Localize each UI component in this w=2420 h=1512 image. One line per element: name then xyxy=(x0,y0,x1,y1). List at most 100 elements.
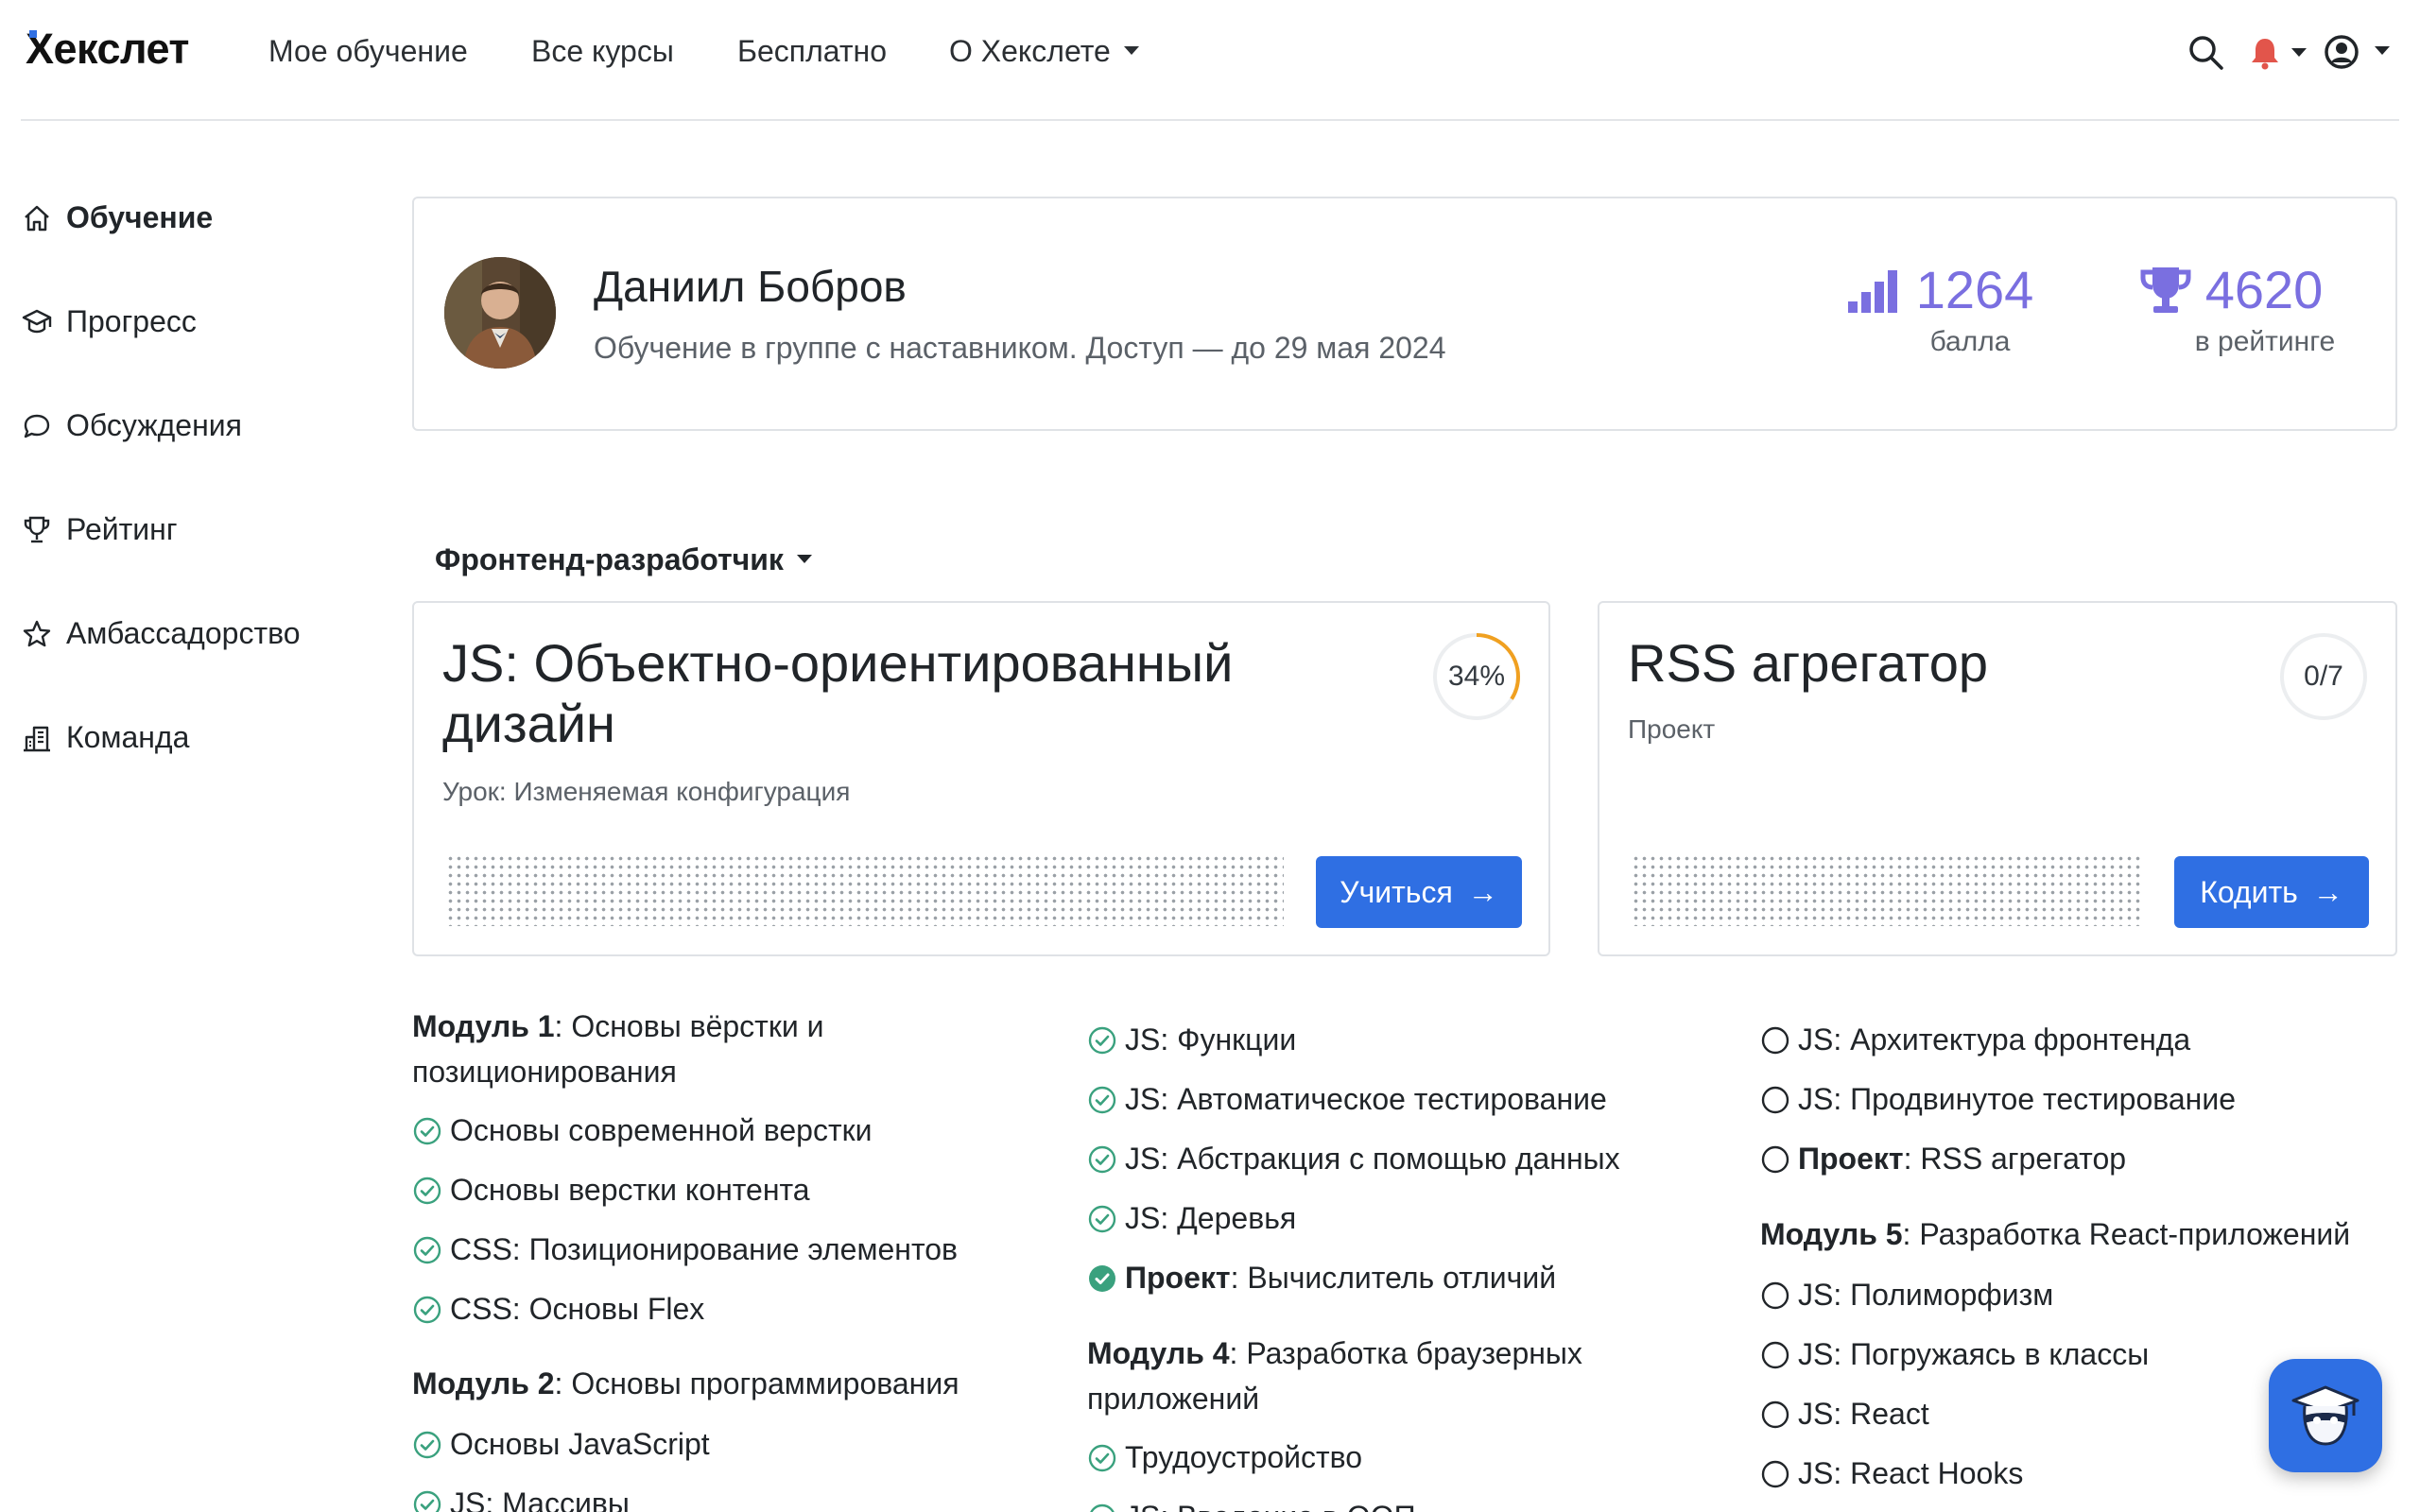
module-heading: Модуль 1: Основы вёрстки и позиционирова… xyxy=(412,1004,998,1094)
nav-free[interactable]: Бесплатно xyxy=(737,34,887,69)
nav-my-learning[interactable]: Мое обучение xyxy=(268,34,468,69)
sidebar-item-ambassador[interactable]: Амбассадорство xyxy=(21,616,301,651)
project-progress: 0/7 xyxy=(2304,661,2343,692)
course-item-label: : Вычислитель отличий xyxy=(1230,1261,1557,1295)
module-title: : Основы программирования xyxy=(554,1366,959,1400)
search-icon[interactable] xyxy=(2187,34,2225,77)
rating-value: 4620 xyxy=(2204,260,2324,319)
profile-subscription: Обучение в группе с наставником. Доступ … xyxy=(594,331,1446,365)
sidebar-item-team[interactable]: Команда xyxy=(21,720,189,755)
module-heading: Модуль 5: Разработка React-приложений xyxy=(1760,1211,2350,1257)
empty-circle-icon xyxy=(1760,1025,1790,1056)
nav-all-courses[interactable]: Все курсы xyxy=(531,34,674,69)
sidebar-item-label: Рейтинг xyxy=(66,512,178,546)
code-button-label: Кодить xyxy=(2200,874,2298,909)
code-button[interactable]: Кодить → xyxy=(2174,856,2369,928)
empty-circle-icon xyxy=(1760,1280,1790,1311)
learn-button[interactable]: Учиться → xyxy=(1316,856,1522,928)
points-value: 1264 xyxy=(1915,260,2034,319)
project-title[interactable]: RSS агрегатор xyxy=(1628,633,1988,694)
chat-bubble-icon xyxy=(21,410,53,442)
sidebar-item-label: Обучение xyxy=(66,200,214,234)
sidebar-item-label: Обсуждения xyxy=(66,408,242,442)
course-item-label: JS: React xyxy=(1798,1397,1929,1431)
course-item[interactable]: CSS: Позиционирование элементов xyxy=(412,1232,958,1267)
course-item[interactable]: JS: Деревья xyxy=(1087,1201,1296,1236)
rating-label: в рейтинге xyxy=(2194,326,2336,357)
sidebar-item-discussions[interactable]: Обсуждения xyxy=(21,408,242,443)
course-item[interactable]: Основы верстки контента xyxy=(412,1173,810,1208)
chevron-down-icon xyxy=(2375,46,2390,55)
course-item-label: Трудоустройство xyxy=(1125,1440,1363,1474)
course-item[interactable]: Основы JavaScript xyxy=(412,1427,710,1462)
sidebar-item-label: Амбассадорство xyxy=(66,616,301,650)
sidebar-item-label: Прогресс xyxy=(66,304,197,338)
course-item[interactable]: Трудоустройство xyxy=(1087,1440,1362,1475)
project-item[interactable]: Проект: RSS агрегатор xyxy=(1760,1142,2126,1177)
sidebar-item-progress[interactable]: Прогресс xyxy=(21,304,197,339)
course-title-line: дизайн xyxy=(442,694,615,753)
module-number: Модуль 4 xyxy=(1087,1336,1230,1370)
course-item[interactable]: JS: Массивы xyxy=(412,1486,630,1512)
module-heading: Модуль 4: Разработка браузерных приложен… xyxy=(1087,1331,1654,1421)
logo[interactable]: Хекслет xyxy=(26,25,189,74)
empty-circle-icon xyxy=(1760,1085,1790,1115)
course-title[interactable]: JS: Объектно-ориентированный дизайн xyxy=(442,633,1233,754)
course-item[interactable]: JS: Погружаясь в классы xyxy=(1760,1337,2149,1372)
course-item[interactable]: JS: Автоматическое тестирование xyxy=(1087,1082,1607,1117)
sidebar-item-label: Команда xyxy=(66,720,190,754)
arrow-right-icon: → xyxy=(1467,874,1498,909)
graduation-cap-icon xyxy=(21,306,53,338)
course-item[interactable]: CSS: Основы Flex xyxy=(412,1292,704,1327)
course-item[interactable]: JS: Продвинутое тестирование xyxy=(1760,1082,2236,1117)
sidebar-item-learning[interactable]: Обучение xyxy=(21,200,213,235)
check-circle-icon xyxy=(412,1489,442,1512)
user-menu-button[interactable] xyxy=(2324,34,2395,77)
module-number: Модуль 5 xyxy=(1760,1217,1903,1251)
check-circle-icon xyxy=(1087,1204,1117,1234)
sidebar-item-rating[interactable]: Рейтинг xyxy=(21,512,177,547)
track-dropdown[interactable]: Фронтенд-разработчик xyxy=(435,542,812,577)
top-navbar: Хекслет Мое обучение Все курсы Бесплатно… xyxy=(0,0,2420,121)
module-title: приложений xyxy=(1087,1382,1260,1416)
course-item[interactable]: JS: React Hooks xyxy=(1760,1456,2023,1491)
chevron-down-icon xyxy=(796,555,812,564)
course-item[interactable]: Основы современной верстки xyxy=(412,1113,872,1148)
course-item-label: JS: Продвинутое тестирование xyxy=(1798,1082,2237,1116)
course-item-label: JS: Массивы xyxy=(450,1486,630,1512)
home-icon xyxy=(21,202,53,234)
bell-icon xyxy=(2252,39,2278,70)
module-number: Модуль 2 xyxy=(412,1366,555,1400)
current-course-card: JS: Объектно-ориентированный дизайн Урок… xyxy=(412,601,1550,956)
course-item-label: CSS: Основы Flex xyxy=(450,1292,705,1326)
project-item[interactable]: Проект: Вычислитель отличий xyxy=(1087,1261,1556,1296)
course-item[interactable]: JS: React xyxy=(1760,1397,1929,1432)
progress-percent: 34% xyxy=(1447,661,1506,692)
chevron-down-icon xyxy=(2291,48,2307,57)
check-circle-icon xyxy=(412,1235,442,1265)
trophy-icon xyxy=(21,514,53,546)
course-item[interactable]: JS: Функции xyxy=(1087,1022,1296,1057)
nav-about-dropdown[interactable]: О Хекслете xyxy=(949,34,1139,69)
course-item[interactable]: JS: Введение в ООП xyxy=(1087,1500,1416,1512)
rating-stat[interactable]: 4620 в рейтинге xyxy=(2110,259,2352,358)
project-card: RSS агрегатор Проект 0/7 Кодить → xyxy=(1598,601,2397,956)
course-item[interactable]: JS: Абстракция с помощью данных xyxy=(1087,1142,1620,1177)
course-item-label: JS: Деревья xyxy=(1125,1201,1297,1235)
course-item-label: CSS: Позиционирование элементов xyxy=(450,1232,959,1266)
assistant-chat-button[interactable] xyxy=(2269,1359,2382,1472)
course-item[interactable]: JS: Полиморфизм xyxy=(1760,1278,2053,1313)
project-prefix: Проект xyxy=(1125,1261,1231,1295)
course-title-line: JS: Объектно-ориентированный xyxy=(442,633,1234,693)
course-item-label: Основы JavaScript xyxy=(450,1427,710,1461)
empty-circle-icon xyxy=(1760,1340,1790,1370)
notifications-button[interactable] xyxy=(2250,36,2310,75)
points-stat[interactable]: 1264 балла xyxy=(1826,259,2053,358)
course-item-label: JS: Полиморфизм xyxy=(1798,1278,2054,1312)
profile-name: Даниил Бобров xyxy=(594,262,907,311)
course-item[interactable]: JS: Архитектура фронтенда xyxy=(1760,1022,2190,1057)
avatar[interactable] xyxy=(444,257,556,369)
module-title: позиционирования xyxy=(412,1055,677,1089)
check-circle-icon xyxy=(412,1430,442,1460)
check-circle-icon xyxy=(412,1176,442,1206)
